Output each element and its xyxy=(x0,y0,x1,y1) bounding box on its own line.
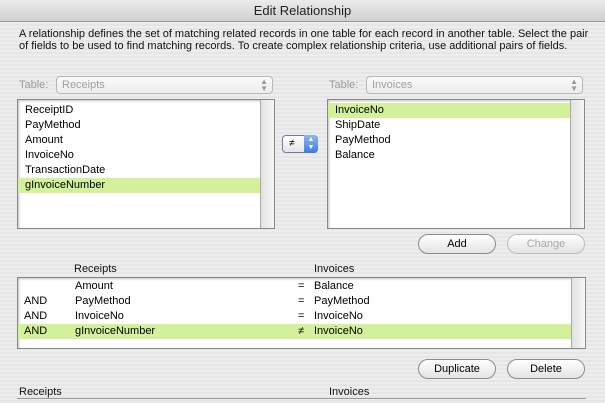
window-title: Edit Relationship xyxy=(0,0,605,22)
options-right-header: Invoices xyxy=(329,386,370,398)
right-table-value: Invoices xyxy=(372,79,413,91)
criteria-conjunction: AND xyxy=(24,325,48,337)
criteria-left-header: Receipts xyxy=(74,263,117,275)
left-table-value: Receipts xyxy=(62,79,105,91)
operator-select[interactable]: ≠ ▲ ▼ xyxy=(282,135,318,153)
delete-button[interactable]: Delete xyxy=(507,359,585,379)
right-table-label: Table: xyxy=(329,79,359,91)
left-field-list[interactable]: ReceiptID PayMethod Amount InvoiceNo Tra… xyxy=(17,99,275,229)
left-field-item[interactable]: PayMethod xyxy=(18,118,274,133)
left-field-item[interactable]: InvoiceNo xyxy=(18,148,274,163)
criteria-row[interactable]: Amount = Balance xyxy=(18,279,571,294)
criteria-left-field: Amount xyxy=(75,280,113,292)
criteria-row[interactable]: AND PayMethod = PayMethod xyxy=(18,294,571,309)
left-list-scrollbar[interactable] xyxy=(260,100,274,228)
criteria-right-field: InvoiceNo xyxy=(314,310,363,322)
criteria-operator: = xyxy=(298,295,305,307)
criteria-left-field: gInvoiceNumber xyxy=(75,325,156,337)
criteria-right-header: Invoices xyxy=(314,263,355,275)
criteria-conjunction: AND xyxy=(24,310,48,322)
updown-arrows-icon: ▲ ▼ xyxy=(570,77,578,93)
criteria-right-field: PayMethod xyxy=(314,295,370,307)
right-field-item-selected[interactable]: InvoiceNo xyxy=(328,103,570,118)
right-field-list[interactable]: InvoiceNo ShipDate PayMethod Balance xyxy=(327,99,585,229)
criteria-left-field: InvoiceNo xyxy=(75,310,124,322)
right-field-item[interactable]: Balance xyxy=(328,148,584,163)
updown-arrows-icon: ▲ ▼ xyxy=(304,135,318,153)
options-left-header: Receipts xyxy=(19,386,62,398)
criteria-list[interactable]: Amount = Balance AND PayMethod = PayMeth… xyxy=(17,277,586,349)
left-table-select[interactable]: Receipts ▲ ▼ xyxy=(56,76,273,94)
left-field-item[interactable]: TransactionDate xyxy=(18,163,274,178)
divider xyxy=(17,398,586,399)
left-table-label: Table: xyxy=(19,79,49,91)
criteria-operator: = xyxy=(298,310,305,322)
right-table-select[interactable]: Invoices ▲ ▼ xyxy=(366,76,583,94)
operator-value: ≠ xyxy=(289,138,295,149)
updown-arrows-icon: ▲ ▼ xyxy=(260,77,268,93)
change-button[interactable]: Change xyxy=(507,234,585,254)
criteria-operator: ≠ xyxy=(298,325,305,337)
right-field-item[interactable]: PayMethod xyxy=(328,133,584,148)
left-field-item[interactable]: ReceiptID xyxy=(18,103,274,118)
criteria-conjunction: AND xyxy=(24,295,48,307)
criteria-row[interactable]: AND InvoiceNo = InvoiceNo xyxy=(18,309,571,324)
right-list-scrollbar[interactable] xyxy=(570,100,584,228)
criteria-right-field: InvoiceNo xyxy=(314,325,363,337)
add-button[interactable]: Add xyxy=(418,234,496,254)
right-field-item[interactable]: ShipDate xyxy=(328,118,584,133)
duplicate-button[interactable]: Duplicate xyxy=(418,359,496,379)
criteria-operator: = xyxy=(298,280,305,292)
left-field-item-selected[interactable]: gInvoiceNumber xyxy=(18,178,260,193)
left-field-item[interactable]: Amount xyxy=(18,133,274,148)
criteria-left-field: PayMethod xyxy=(75,295,131,307)
criteria-scrollbar[interactable] xyxy=(571,278,585,348)
criteria-row-selected[interactable]: AND gInvoiceNumber ≠ InvoiceNo xyxy=(18,324,571,339)
description-text: A relationship defines the set of matchi… xyxy=(19,28,589,52)
criteria-right-field: Balance xyxy=(314,280,354,292)
